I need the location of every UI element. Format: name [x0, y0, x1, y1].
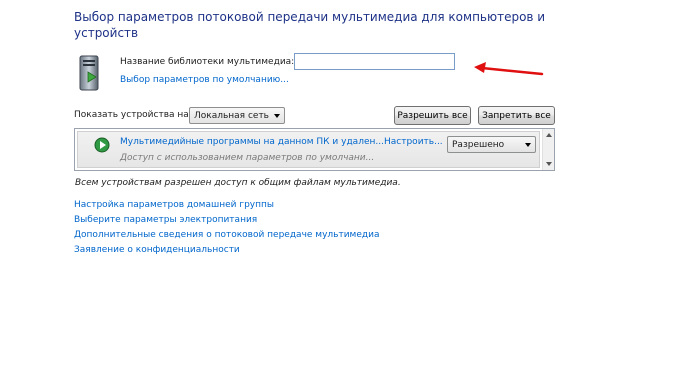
allow-all-button[interactable]: Разрешить все: [394, 106, 471, 125]
privacy-statement-link[interactable]: Заявление о конфиденциальности: [74, 245, 240, 255]
media-server-icon: [79, 55, 99, 91]
show-devices-label: Показать устройства на:: [74, 110, 192, 120]
red-arrow-annotation: [474, 62, 544, 76]
device-status-value: Разрешено: [452, 139, 505, 150]
device-row-subtitle: Доступ с использованием параметров по ум…: [120, 153, 375, 163]
network-select[interactable]: Локальная сеть: [189, 107, 285, 124]
network-select-value: Локальная сеть: [194, 110, 269, 121]
power-options-link[interactable]: Выберите параметры электропитания: [74, 215, 257, 225]
device-row-title[interactable]: Мультимедийные программы на данном ПК и …: [120, 137, 384, 147]
page-title: Выбор параметров потоковой передачи муль…: [74, 10, 546, 40]
access-note: Всем устройствам разрешен доступ к общим…: [75, 178, 401, 188]
device-list-scrollbar[interactable]: [542, 129, 554, 170]
defaults-link[interactable]: Выбор параметров по умолчанию...: [120, 75, 289, 85]
device-settings-link[interactable]: Настроить...: [384, 137, 443, 147]
device-row[interactable]: Мультимедийные программы на данном ПК и …: [77, 131, 540, 168]
library-name-input[interactable]: [294, 53, 455, 70]
device-list: Мультимедийные программы на данном ПК и …: [74, 128, 555, 171]
streaming-info-link[interactable]: Дополнительные сведения о потоковой пере…: [74, 230, 379, 240]
media-player-icon: [94, 137, 110, 153]
library-name-label: Название библиотеки мультимедиа:: [120, 57, 295, 67]
chevron-down-icon: [525, 142, 531, 147]
scroll-up-icon[interactable]: [546, 133, 552, 137]
deny-all-button[interactable]: Запретить все: [478, 106, 555, 125]
scroll-down-icon[interactable]: [546, 162, 552, 166]
device-status-select[interactable]: Разрешено: [447, 136, 536, 153]
chevron-down-icon: [274, 113, 280, 118]
homegroup-settings-link[interactable]: Настройка параметров домашней группы: [74, 200, 274, 210]
